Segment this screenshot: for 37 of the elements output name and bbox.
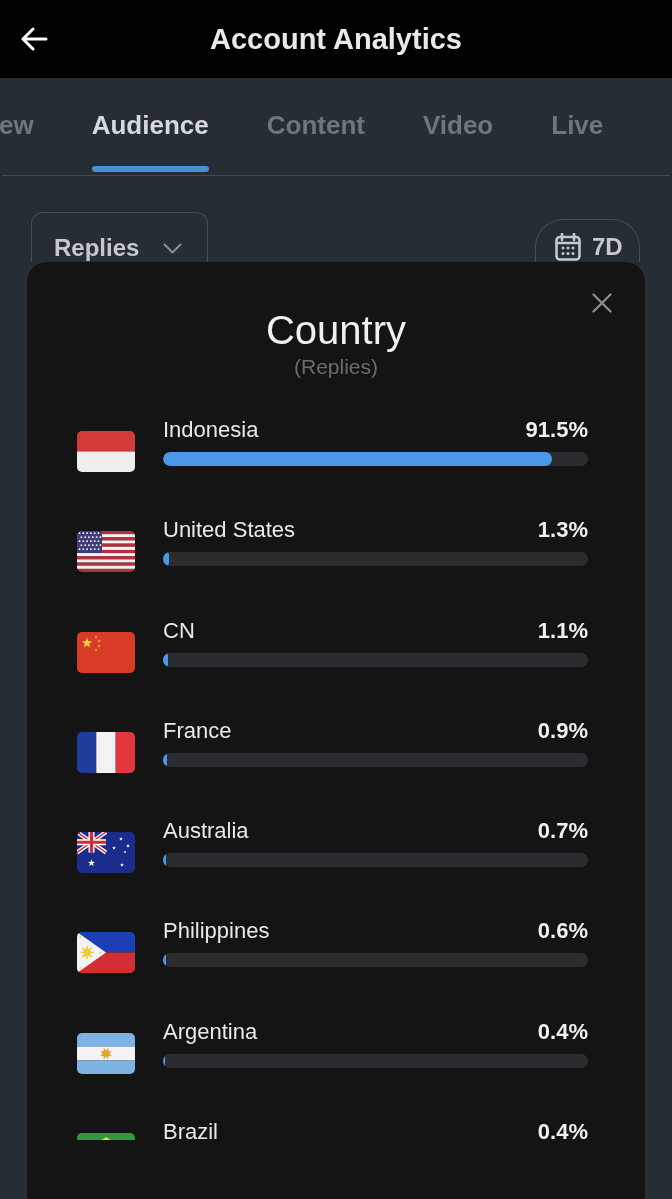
chevron-down-icon [163, 243, 182, 254]
argentina-flag-icon [77, 1032, 135, 1074]
close-button[interactable] [592, 293, 612, 313]
close-icon [592, 293, 612, 313]
calendar-icon [555, 233, 581, 261]
australia-flag-icon [77, 832, 135, 874]
percentage: 0.7% [537, 818, 588, 845]
country-name: France [163, 717, 232, 744]
us-flag-icon [77, 531, 135, 573]
country-name: Argentina [163, 1018, 258, 1045]
percentage: 0.4% [537, 1018, 588, 1045]
back-button[interactable] [20, 27, 48, 51]
tab[interactable]: Video [422, 78, 494, 172]
country-name: Indonesia [163, 417, 259, 443]
tab[interactable]: Live [551, 78, 604, 172]
sheet-title: Country [265, 307, 407, 354]
page-title: Account Analytics [210, 22, 462, 56]
sheet-subtitle: (Replies) [294, 354, 378, 380]
country-name: Australia [163, 818, 249, 845]
percentage: 1.3% [537, 517, 588, 544]
country-name: Brazil [163, 1119, 218, 1140]
percentage: 0.6% [537, 918, 588, 945]
china-flag-icon [77, 631, 135, 673]
back-arrow-icon [20, 27, 48, 51]
percentage: 0.9% [537, 717, 588, 744]
tab[interactable]: Audience [91, 78, 209, 172]
country-name: Philippines [163, 918, 270, 945]
france-flag-icon [77, 731, 135, 773]
percentage: 91.5% [525, 417, 588, 443]
indonesia-flag-icon [77, 431, 135, 472]
tab[interactable]: ew [0, 78, 34, 172]
percentage: 1.1% [537, 617, 588, 644]
country-name: United States [163, 517, 296, 544]
tab[interactable]: Content [266, 78, 365, 172]
percentage: 0.4% [537, 1119, 588, 1140]
philippines-flag-icon [77, 932, 135, 974]
country-name: CN [163, 617, 195, 644]
